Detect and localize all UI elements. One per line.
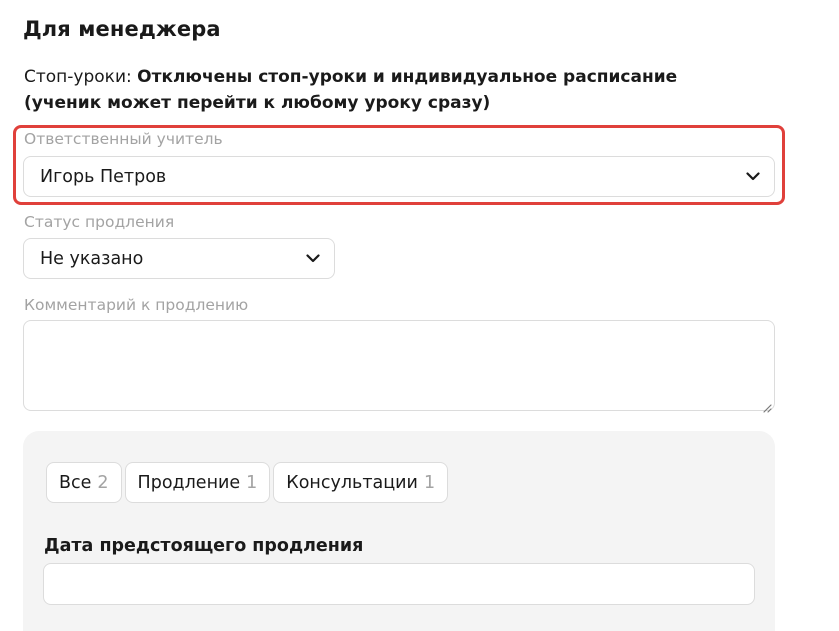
teacher-select[interactable]: Игорь Петров	[23, 156, 775, 197]
tab-consultations-label: Консультации	[286, 472, 418, 493]
tab-renewal-label: Продление	[137, 472, 241, 493]
stop-lessons-info: Стоп-уроки: Отключены стоп-уроки и индив…	[24, 64, 744, 116]
upcoming-renewal-date-input[interactable]	[43, 563, 755, 605]
renewal-status-label: Статус продления	[24, 213, 175, 231]
renewal-status-value: Не указано	[40, 248, 144, 269]
renewal-status-select[interactable]: Не указано	[23, 238, 335, 279]
renewal-comment-textarea[interactable]	[23, 320, 775, 413]
upcoming-renewal-date-label: Дата предстоящего продления	[44, 536, 364, 556]
stop-lessons-label: Стоп-уроки:	[24, 67, 132, 87]
renewal-comment-label: Комментарий к продлению	[24, 296, 249, 314]
tab-renewal[interactable]: Продление 1	[124, 462, 271, 503]
tab-consultations-count: 1	[423, 472, 436, 493]
tab-all[interactable]: Все 2	[46, 462, 122, 503]
teacher-label: Ответственный учитель	[24, 130, 223, 148]
teacher-select-value: Игорь Петров	[40, 166, 167, 187]
tab-consultations[interactable]: Консультации 1	[273, 462, 449, 503]
renewals-panel: Все 2 Продление 1 Консультации 1 Дата предс…	[23, 431, 775, 631]
section-title: Для менеджера	[23, 17, 221, 41]
tab-all-count: 2	[97, 472, 109, 493]
chevron-down-icon	[745, 169, 761, 185]
chevron-down-icon	[305, 251, 321, 267]
resize-handle-icon[interactable]	[762, 398, 772, 413]
tab-all-label: Все	[59, 472, 92, 493]
tab-renewal-count: 1	[246, 472, 258, 493]
filter-tabs: Все 2 Продление 1 Консультации 1	[46, 462, 449, 503]
